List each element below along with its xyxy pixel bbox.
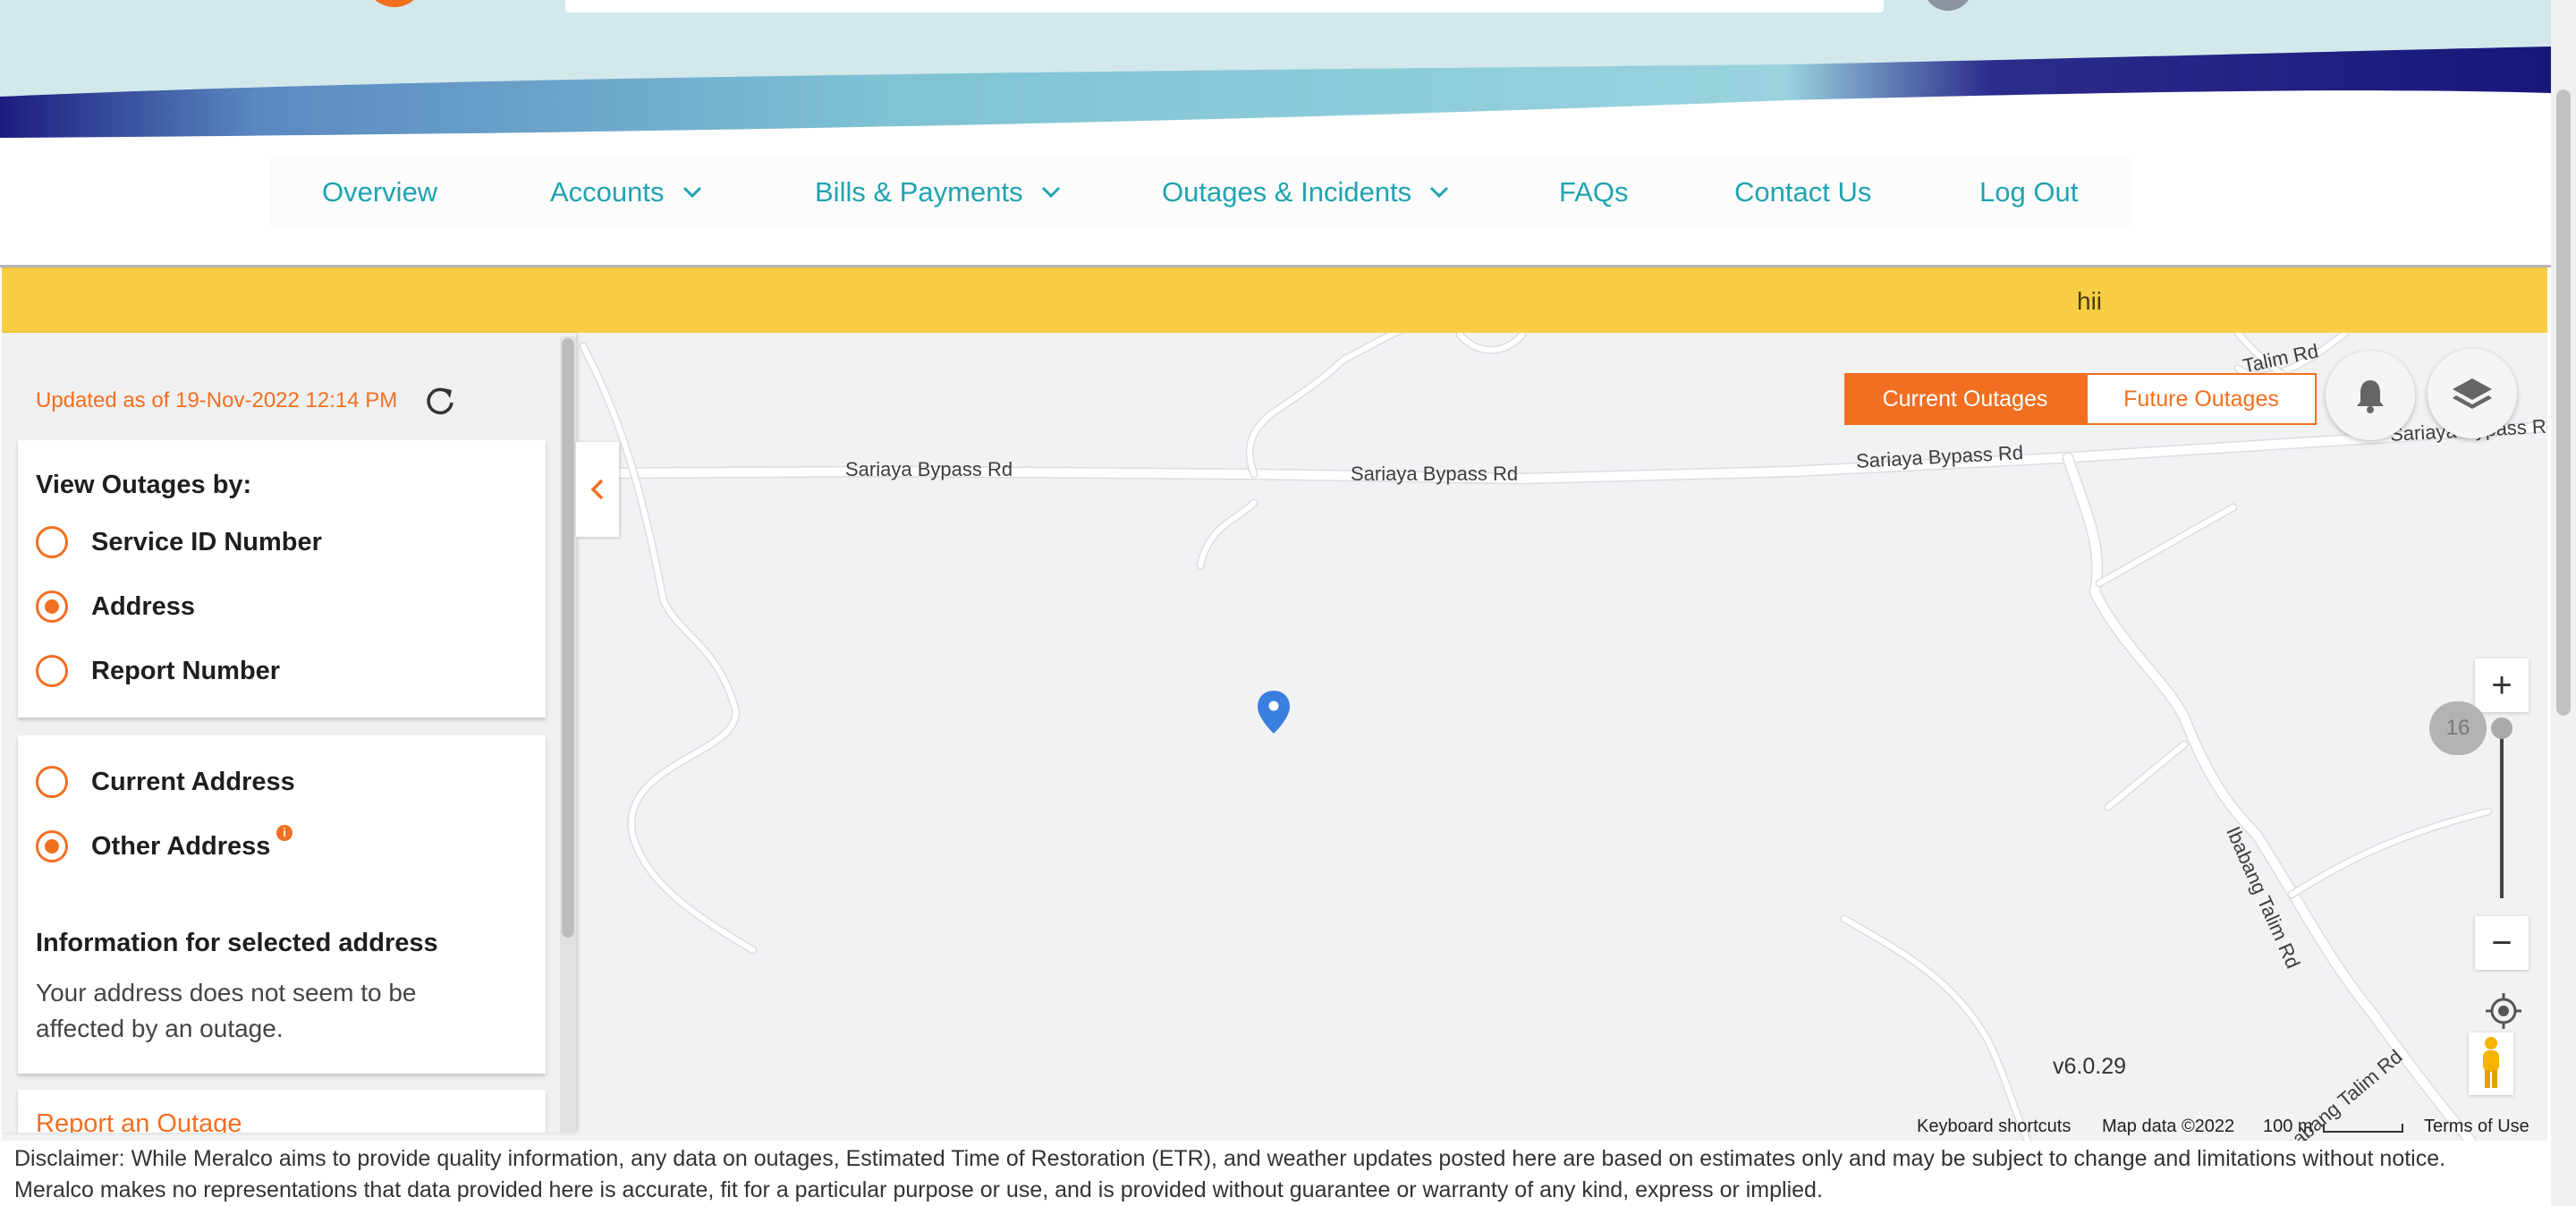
chevron-down-icon — [682, 186, 701, 199]
info-icon[interactable]: i — [276, 825, 292, 841]
nav-bills-payments[interactable]: Bills & Payments — [815, 157, 1061, 227]
zoom-level-value: 16 — [2445, 716, 2470, 740]
nav-log-out[interactable]: Log Out — [1979, 157, 2078, 227]
map-layers-button[interactable] — [2428, 349, 2517, 438]
banner-text: hii — [2077, 287, 2103, 315]
page-scrollbar-thumb[interactable] — [2556, 89, 2571, 716]
nav-outages-incidents[interactable]: Outages & Incidents — [1162, 157, 1449, 227]
radio-label: Address — [91, 591, 196, 621]
bell-icon — [2357, 380, 2384, 413]
notifications-button[interactable] — [2326, 351, 2415, 440]
road-label: Sariaya Bypass Rd — [1351, 463, 1519, 485]
site-header — [0, 0, 2551, 139]
my-location-button[interactable] — [2482, 989, 2525, 1032]
zoom-in-button[interactable]: + — [2475, 658, 2529, 712]
zoom-out-button[interactable]: − — [2475, 916, 2529, 970]
radio-label: Current Address — [91, 767, 295, 796]
header-wave-graphic — [0, 47, 2551, 139]
collapse-panel-button[interactable] — [576, 442, 619, 537]
plus-icon: + — [2491, 666, 2512, 705]
outage-side-panel: Updated as of 19-Nov-2022 12:14 PM View … — [2, 333, 576, 1133]
disclaimer-line-1: Disclaimer: While Meralco aims to provid… — [14, 1146, 2446, 1171]
map-data-credit: Map data ©2022 — [2102, 1117, 2235, 1136]
radio-current-address[interactable]: Current Address — [36, 766, 295, 798]
disclaimer-line-2: Meralco makes no representations that da… — [14, 1177, 1823, 1202]
road-label: Sariaya Bypass Rd — [845, 458, 1013, 480]
nav-accounts[interactable]: Accounts — [550, 157, 702, 227]
keyboard-shortcuts-link[interactable]: Keyboard shortcuts — [1917, 1117, 2071, 1137]
nav-contact-us[interactable]: Contact Us — [1734, 157, 1871, 227]
main-nav: Overview Accounts Bills & Payments Outag… — [270, 157, 2132, 227]
nav-contact-label: Contact Us — [1734, 176, 1872, 208]
radio-button[interactable] — [36, 526, 68, 558]
map-scale-label: 100 m — [2263, 1117, 2313, 1136]
nav-logout-label: Log Out — [1979, 176, 2079, 208]
chevron-left-icon — [590, 479, 604, 500]
radio-report-number[interactable]: Report Number — [36, 655, 280, 687]
radio-label: Other Address — [91, 831, 271, 861]
nav-faqs[interactable]: FAQs — [1559, 157, 1629, 227]
nav-overview[interactable]: Overview — [322, 157, 437, 227]
report-outage-link[interactable]: Report an Outage — [36, 1109, 242, 1133]
address-info-title: Information for selected address — [36, 929, 438, 957]
address-info-text: Your address does not seem to be affecte… — [36, 979, 417, 1042]
nav-bills-label: Bills & Payments — [815, 176, 1023, 208]
radio-label: Service ID Number — [91, 527, 322, 556]
nav-faqs-label: FAQs — [1559, 176, 1629, 208]
location-pin-icon[interactable] — [1256, 689, 1292, 735]
future-outages-button[interactable]: Future Outages — [2086, 373, 2317, 425]
street-view-button[interactable] — [2469, 1032, 2513, 1095]
nav-accounts-label: Accounts — [550, 176, 665, 208]
crosshair-icon — [2486, 993, 2521, 1029]
radio-address[interactable]: Address — [36, 590, 195, 623]
address-selection-card: Current Address Other Address i Informat… — [18, 735, 546, 1074]
nav-outages-label: Outages & Incidents — [1162, 176, 1412, 208]
last-updated-text: Updated as of 19-Nov-2022 12:14 PM — [36, 388, 398, 412]
view-by-title: View Outages by: — [36, 471, 252, 499]
nav-overview-label: Overview — [322, 176, 438, 208]
outage-type-toggle: Current Outages Future Outages — [1844, 373, 2317, 425]
chevron-down-icon — [1430, 186, 1449, 199]
zoom-slider-track[interactable] — [2500, 728, 2504, 898]
announcement-banner: hii — [2, 268, 2547, 334]
layers-icon — [2453, 378, 2492, 409]
header-search-box[interactable] — [565, 0, 1884, 13]
view-outages-by-card: View Outages by: Service ID Number Addre… — [18, 440, 546, 718]
radio-other-address[interactable]: Other Address — [36, 830, 270, 862]
refresh-icon[interactable] — [422, 383, 458, 419]
radio-button[interactable] — [36, 655, 68, 687]
zoom-level-badge: 16 — [2429, 701, 2487, 755]
terms-of-use-link[interactable]: Terms of Use — [2424, 1117, 2529, 1137]
radio-button[interactable] — [36, 766, 68, 798]
app-version: v6.0.29 — [2053, 1054, 2127, 1079]
radio-service-id[interactable]: Service ID Number — [36, 526, 322, 558]
minus-icon: − — [2491, 923, 2512, 963]
current-outages-button[interactable]: Current Outages — [1844, 373, 2086, 425]
radio-label: Report Number — [91, 656, 281, 685]
map-scale-bar — [2323, 1124, 2403, 1133]
disclaimer: Disclaimer: While Meralco aims to provid… — [14, 1143, 2546, 1206]
zoom-slider-handle[interactable] — [2491, 718, 2512, 739]
radio-button[interactable] — [36, 830, 68, 862]
pegman-icon — [2483, 1037, 2499, 1088]
chevron-down-icon — [1041, 186, 1060, 199]
radio-button[interactable] — [36, 590, 68, 623]
panel-scrollbar-thumb[interactable] — [562, 338, 574, 938]
